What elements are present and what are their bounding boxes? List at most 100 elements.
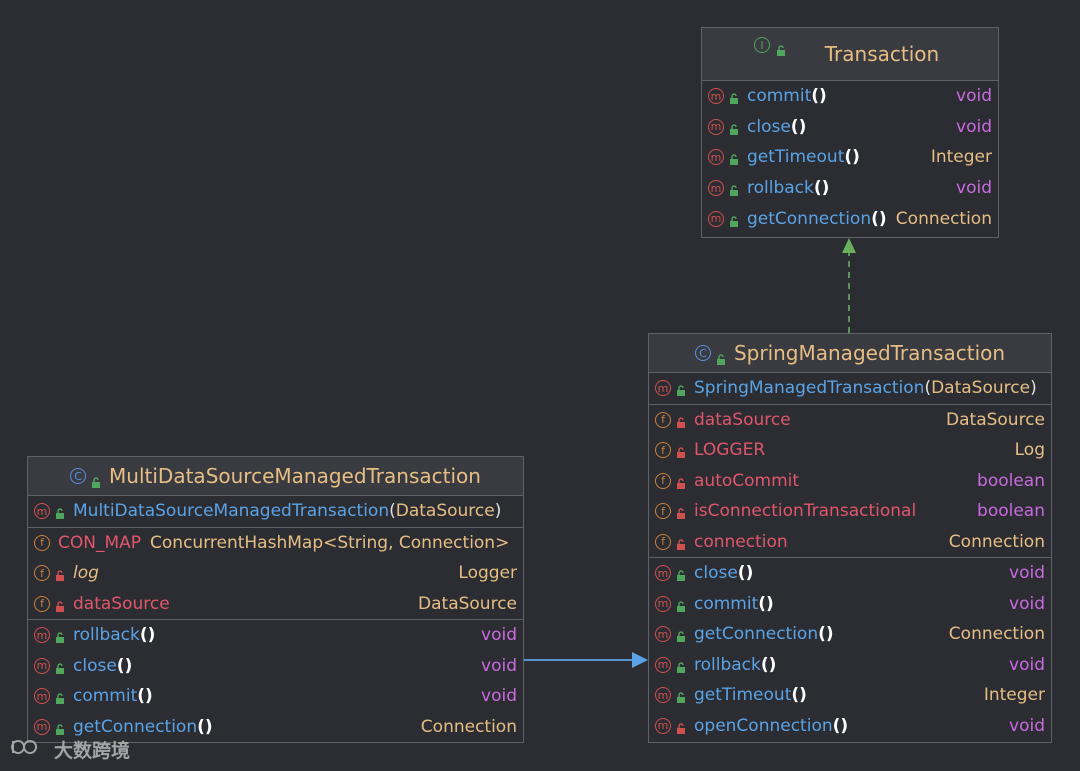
- method-parens: (): [871, 208, 887, 229]
- public-lock-icon: [676, 659, 686, 673]
- return-type: void: [956, 86, 992, 107]
- return-type: Integer: [983, 685, 1045, 706]
- method-name: close: [747, 116, 791, 137]
- method-icon: m: [34, 627, 50, 644]
- method-icon: m: [708, 180, 724, 197]
- method-row[interactable]: m close() void: [702, 112, 998, 143]
- public-lock-icon: [729, 151, 739, 166]
- public-lock-icon: [729, 121, 739, 135]
- method-parens: (): [760, 654, 777, 675]
- public-lock-icon: [676, 567, 686, 582]
- method-row[interactable]: m commit() void: [649, 589, 1051, 620]
- method-row[interactable]: m getConnection() Connection: [649, 619, 1051, 650]
- private-lock-icon: [676, 536, 686, 550]
- method-row[interactable]: m getTimeout() Integer: [649, 680, 1051, 711]
- return-type: void: [1009, 563, 1045, 584]
- field-name: autoCommit: [694, 470, 800, 491]
- multi-title: MultiDataSourceManagedTransaction: [109, 464, 481, 488]
- field-icon: f: [655, 442, 671, 459]
- method-row[interactable]: m openConnection() void: [649, 711, 1051, 742]
- method-parens: (): [116, 655, 133, 676]
- field-type: Connection: [948, 531, 1045, 552]
- field-name: LOGGER: [694, 440, 766, 461]
- field-type: boolean: [977, 501, 1045, 522]
- multi-datasource-transaction-box[interactable]: C MultiDataSourceManagedTransaction m Mu…: [27, 456, 524, 743]
- method-row[interactable]: m commit() void: [28, 681, 523, 712]
- return-type: void: [956, 116, 992, 137]
- field-row[interactable]: f dataSource DataSource: [649, 405, 1051, 436]
- multi-header[interactable]: C MultiDataSourceManagedTransaction: [28, 457, 523, 496]
- method-row[interactable]: m commit() void: [702, 81, 998, 112]
- extends-arrow-head: [632, 652, 648, 668]
- private-lock-icon: [55, 598, 65, 612]
- field-icon: f: [655, 472, 671, 489]
- field-row[interactable]: f CON_MAP ConcurrentHashMap<String, Connec…: [28, 528, 523, 559]
- field-name: dataSource: [694, 409, 791, 430]
- constructor-arg: DataSource: [931, 378, 1031, 399]
- method-row[interactable]: m close() void: [28, 651, 523, 682]
- field-row[interactable]: f log Logger: [28, 558, 523, 589]
- method-row[interactable]: m rollback() void: [649, 650, 1051, 681]
- method-icon: m: [708, 149, 724, 166]
- class-icon: C: [70, 468, 87, 484]
- class-icon: C: [694, 345, 711, 361]
- public-lock-icon: [729, 213, 739, 227]
- method-name: getTimeout: [694, 685, 792, 706]
- public-lock-icon: [676, 628, 686, 643]
- method-icon: m: [34, 503, 50, 520]
- public-lock-icon: [776, 38, 786, 56]
- method-name: getTimeout: [747, 147, 845, 168]
- method-icon: m: [655, 565, 671, 582]
- method-parens: (): [791, 685, 807, 706]
- return-type: void: [1009, 715, 1045, 736]
- method-row[interactable]: m rollback() void: [28, 620, 523, 651]
- private-lock-icon: [55, 567, 65, 582]
- method-icon: m: [655, 595, 671, 612]
- spring-header[interactable]: C SpringManagedTransaction: [649, 334, 1051, 373]
- field-type: boolean: [977, 470, 1045, 491]
- field-row[interactable]: f dataSource DataSource: [28, 589, 523, 620]
- method-row[interactable]: m getTimeout() Integer: [702, 142, 998, 173]
- method-icon: m: [34, 657, 50, 674]
- public-lock-icon: [55, 721, 65, 735]
- method-parens: (): [813, 178, 830, 199]
- field-row[interactable]: f autoCommit boolean: [649, 466, 1051, 497]
- multi-constructor-row[interactable]: m MultiDataSourceManagedTransaction(Data…: [28, 496, 523, 527]
- method-parens: (): [758, 593, 774, 614]
- method-name: getConnection: [747, 208, 872, 229]
- method-parens: (): [818, 624, 834, 645]
- method-icon: m: [708, 210, 724, 227]
- field-name: CON_MAP: [58, 532, 142, 553]
- method-parens: (): [790, 116, 807, 137]
- field-icon: f: [655, 411, 671, 428]
- method-row[interactable]: m rollback() void: [702, 173, 998, 204]
- field-type: Log: [1014, 440, 1045, 461]
- method-row[interactable]: m close() void: [649, 558, 1051, 589]
- field-row[interactable]: f isConnectionTransactional boolean: [649, 496, 1051, 527]
- method-name: rollback: [747, 178, 814, 199]
- return-type: Connection: [948, 624, 1045, 645]
- public-lock-icon: [55, 629, 65, 644]
- method-name: commit: [694, 593, 759, 614]
- constructor-arg: DataSource: [395, 501, 495, 522]
- field-icon: f: [655, 503, 671, 520]
- spring-title: SpringManagedTransaction: [733, 341, 1006, 365]
- transaction-header[interactable]: I Transaction: [702, 28, 998, 81]
- method-row[interactable]: m getConnection() Connection: [702, 203, 998, 234]
- spring-constructor-row[interactable]: m SpringManagedTransaction(DataSource): [649, 373, 1051, 404]
- field-type: DataSource: [418, 593, 517, 614]
- field-row[interactable]: f LOGGER Log: [649, 435, 1051, 466]
- method-icon: m: [655, 717, 671, 734]
- method-name: commit: [747, 86, 812, 107]
- method-icon: m: [708, 88, 724, 105]
- return-type: void: [1009, 593, 1045, 614]
- transaction-interface-box[interactable]: I Transaction m commit() void m close() void m…: [701, 27, 999, 238]
- method-name: commit: [73, 686, 138, 707]
- spring-managed-transaction-box[interactable]: C SpringManagedTransaction m SpringManag…: [648, 333, 1052, 743]
- method-name: rollback: [694, 654, 761, 675]
- public-lock-icon: [55, 690, 65, 705]
- private-lock-icon: [676, 505, 686, 520]
- field-type: Logger: [458, 563, 517, 584]
- public-lock-icon: [716, 347, 726, 365]
- field-row[interactable]: f connection Connection: [649, 527, 1051, 558]
